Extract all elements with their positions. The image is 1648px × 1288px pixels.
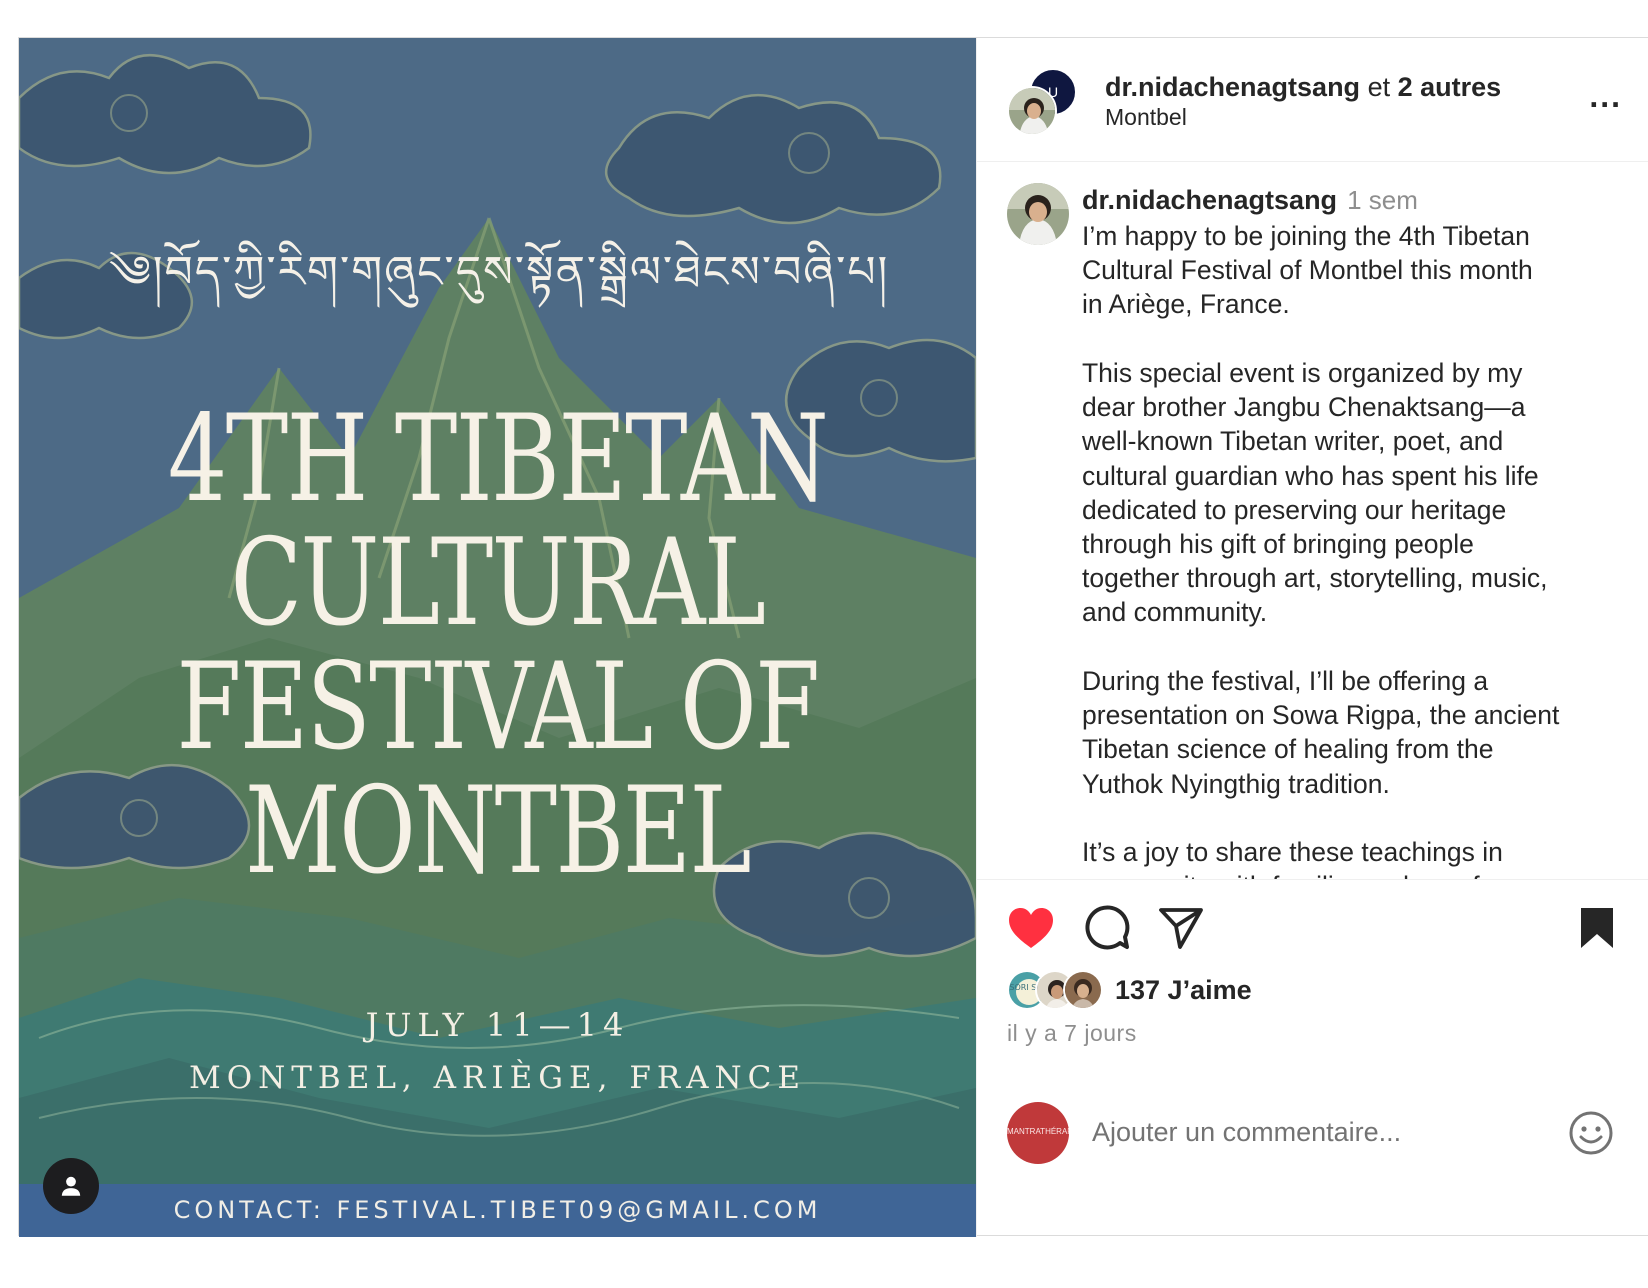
header-username[interactable]: dr.nidachenagtsang <box>1105 72 1360 102</box>
comment-box: MANTRATHÉRAPIE <box>977 1092 1648 1172</box>
comment-input[interactable] <box>1092 1112 1512 1152</box>
caption-header: dr.nidachenagtsang 1 sem <box>1082 185 1418 216</box>
post-header: U dr.nidachenagtsang et 2 autres Montbel… <box>977 38 1648 162</box>
person-icon <box>61 1176 81 1196</box>
share-button[interactable] <box>1155 902 1207 954</box>
liker-photo <box>1065 972 1101 1008</box>
headline-line: MONTBEL <box>244 762 752 901</box>
post-frame: ༄།བོད་ཀྱི་རིག་གཞུང་དུས་སྟོན་སྒྲིལ་ཐེངས་བ… <box>18 37 1648 1237</box>
post-actions: SORI SHO 137 J’aime il y a 7 jours MANTR… <box>977 879 1648 1237</box>
like-button[interactable] <box>1005 902 1057 954</box>
caption-time[interactable]: 1 sem <box>1347 185 1418 215</box>
share-icon <box>1159 908 1203 949</box>
author-photo <box>1007 183 1069 245</box>
post-image[interactable]: ༄།བོད་ཀྱི་རིག་གཞུང་དུས་སྟོན་སྒྲིལ་ཐེངས་བ… <box>19 38 976 1237</box>
tibetan-title: ༄།བོད་ཀྱི་རིག་གཞུང་དུས་སྟོན་སྒྲིལ་ཐེངས་བ… <box>108 247 890 298</box>
comment-icon <box>1085 905 1130 950</box>
caption-area: dr.nidachenagtsang 1 sem I’m happy to be … <box>977 163 1648 879</box>
emoji-icon[interactable] <box>1568 1110 1614 1156</box>
caption-paragraph: I’m happy to be joining the 4th Tibetan … <box>1082 221 1533 320</box>
collab-others-link[interactable]: 2 autres <box>1398 72 1502 102</box>
save-button[interactable] <box>1571 902 1623 954</box>
headline-line: CULTURAL <box>230 514 766 653</box>
author-photo <box>1009 88 1055 134</box>
caption-avatar[interactable] <box>1007 183 1069 245</box>
poster-contact: CONTACT: FESTIVAL.TIBET09@GMAIL.COM <box>19 1184 976 1237</box>
header-usernames[interactable]: dr.nidachenagtsang et 2 autres <box>1105 72 1501 103</box>
post-side-panel: U dr.nidachenagtsang et 2 autres Montbel… <box>976 38 1648 1237</box>
heart-filled-icon <box>1009 908 1053 948</box>
headline-line: 4TH TIBETAN <box>167 390 829 529</box>
caption-paragraph: This special event is organized by my de… <box>1082 358 1548 628</box>
commenter-avatar[interactable]: MANTRATHÉRAPIE <box>1007 1102 1069 1164</box>
author-avatar[interactable] <box>1007 86 1057 136</box>
poster-dates: JULY 11—14 <box>365 1006 630 1044</box>
caption-username[interactable]: dr.nidachenagtsang <box>1082 185 1337 215</box>
post-date[interactable]: il y a 7 jours <box>1007 1020 1137 1047</box>
bookmark-filled-icon <box>1581 908 1613 948</box>
poster-place: MONTBEL, ARIÈGE, FRANCE <box>188 1060 807 1096</box>
liker-avatar <box>1063 970 1103 1010</box>
headline-line: FESTIVAL OF <box>176 638 820 777</box>
location-link[interactable]: Montbel <box>1105 104 1187 131</box>
comment-button[interactable] <box>1081 902 1133 954</box>
collab-avatars[interactable]: U <box>1007 68 1077 138</box>
likes-count[interactable]: 137 J’aime <box>1115 975 1252 1006</box>
caption-paragraph: It’s a joy to share these teachings in c… <box>1082 837 1543 879</box>
likes-summary[interactable]: SORI SHO 137 J’aime <box>1007 968 1252 1012</box>
collab-joiner: et <box>1360 72 1398 102</box>
commenter-avatar-text: MANTRATHÉRAPIE <box>1007 1127 1069 1136</box>
more-options-button[interactable]: ... <box>1589 78 1622 115</box>
caption-paragraph: During the festival, I’ll be offering a … <box>1082 666 1560 799</box>
poster-headline: 4TH TIBETAN CULTURAL FESTIVAL OF MONTBEL <box>19 398 976 894</box>
tagged-users-button[interactable] <box>43 1158 99 1214</box>
caption-text: I’m happy to be joining the 4th Tibetan … <box>1082 219 1622 879</box>
